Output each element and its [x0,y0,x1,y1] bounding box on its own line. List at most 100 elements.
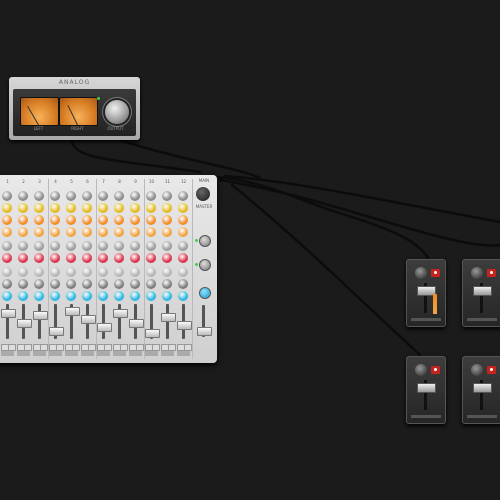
solo-button[interactable] [184,344,192,351]
remote-knob[interactable] [471,267,483,279]
channel-knob[interactable] [82,291,92,301]
channel-knob[interactable] [98,291,108,301]
channel-knob[interactable] [162,253,172,263]
channel-knob[interactable] [2,191,12,201]
channel-knob[interactable] [146,191,156,201]
channel-knob[interactable] [146,227,156,237]
channel-knob[interactable] [178,267,188,277]
remote-fader[interactable] [417,383,436,393]
channel-knob[interactable] [98,191,108,201]
channel-knob[interactable] [50,279,60,289]
remote-unit[interactable] [406,259,446,327]
channel-knob[interactable] [34,291,44,301]
remote-fader[interactable] [473,286,492,296]
master-cyan-knob[interactable] [199,287,211,299]
channel-knob[interactable] [18,191,28,201]
channel-knob[interactable] [18,267,28,277]
channel-knob[interactable] [34,279,44,289]
channel-knob[interactable] [50,191,60,201]
remote-unit[interactable] [462,356,500,424]
channel-knob[interactable] [2,253,12,263]
solo-button[interactable] [24,344,32,351]
channel-knob[interactable] [50,291,60,301]
record-button[interactable] [487,269,496,277]
channel-knob[interactable] [66,191,76,201]
channel-knob[interactable] [34,253,44,263]
channel-knob[interactable] [114,215,124,225]
channel-knob[interactable] [66,279,76,289]
channel-knob[interactable] [98,267,108,277]
remote-unit[interactable] [406,356,446,424]
channel-knob[interactable] [50,267,60,277]
remote-fader[interactable] [473,383,492,393]
channel-knob[interactable] [146,215,156,225]
channel-knob[interactable] [130,227,140,237]
channel-knob[interactable] [178,279,188,289]
channel-knob[interactable] [98,241,108,251]
channel-knob[interactable] [162,227,172,237]
channel-knob[interactable] [114,191,124,201]
channel-knob[interactable] [2,203,12,213]
channel-knob[interactable] [18,291,28,301]
channel-knob[interactable] [50,215,60,225]
channel-knob[interactable] [130,267,140,277]
channel-knob[interactable] [66,253,76,263]
channel-fader[interactable] [49,327,64,336]
channel-knob[interactable] [2,291,12,301]
channel-knob[interactable] [162,279,172,289]
channel-fader[interactable] [113,309,128,318]
channel-knob[interactable] [66,227,76,237]
channel-knob[interactable] [66,215,76,225]
solo-button[interactable] [136,344,144,351]
channel-fader[interactable] [1,309,16,318]
channel-knob[interactable] [50,203,60,213]
channel-knob[interactable] [114,203,124,213]
channel-knob[interactable] [34,203,44,213]
channel-knob[interactable] [34,191,44,201]
channel-knob[interactable] [130,291,140,301]
channel-knob[interactable] [178,241,188,251]
channel-knob[interactable] [82,227,92,237]
channel-knob[interactable] [82,203,92,213]
solo-button[interactable] [56,344,64,351]
channel-knob[interactable] [162,191,172,201]
channel-knob[interactable] [178,227,188,237]
channel-knob[interactable] [178,215,188,225]
channel-knob[interactable] [82,191,92,201]
channel-knob[interactable] [2,279,12,289]
record-button[interactable] [431,269,440,277]
channel-knob[interactable] [114,227,124,237]
channel-knob[interactable] [130,279,140,289]
channel-fader[interactable] [145,329,160,338]
channel-knob[interactable] [178,203,188,213]
channel-fader[interactable] [17,319,32,328]
channel-knob[interactable] [2,267,12,277]
channel-fader[interactable] [65,307,80,316]
channel-knob[interactable] [66,241,76,251]
solo-button[interactable] [40,344,48,351]
channel-knob[interactable] [82,215,92,225]
channel-knob[interactable] [178,291,188,301]
channel-knob[interactable] [18,215,28,225]
master-aux-knob-1[interactable] [199,235,211,247]
channel-knob[interactable] [98,203,108,213]
channel-knob[interactable] [178,191,188,201]
channel-knob[interactable] [34,227,44,237]
channel-knob[interactable] [130,203,140,213]
channel-knob[interactable] [18,203,28,213]
channel-knob[interactable] [50,241,60,251]
channel-knob[interactable] [146,203,156,213]
channel-knob[interactable] [98,215,108,225]
channel-knob[interactable] [66,267,76,277]
channel-fader[interactable] [81,315,96,324]
record-button[interactable] [431,366,440,374]
master-fader[interactable] [197,327,212,336]
remote-knob[interactable] [415,267,427,279]
channel-knob[interactable] [130,215,140,225]
channel-knob[interactable] [82,279,92,289]
solo-button[interactable] [104,344,112,351]
channel-knob[interactable] [18,253,28,263]
channel-fader[interactable] [177,321,192,330]
remote-knob[interactable] [415,364,427,376]
master-aux-knob-2[interactable] [199,259,211,271]
